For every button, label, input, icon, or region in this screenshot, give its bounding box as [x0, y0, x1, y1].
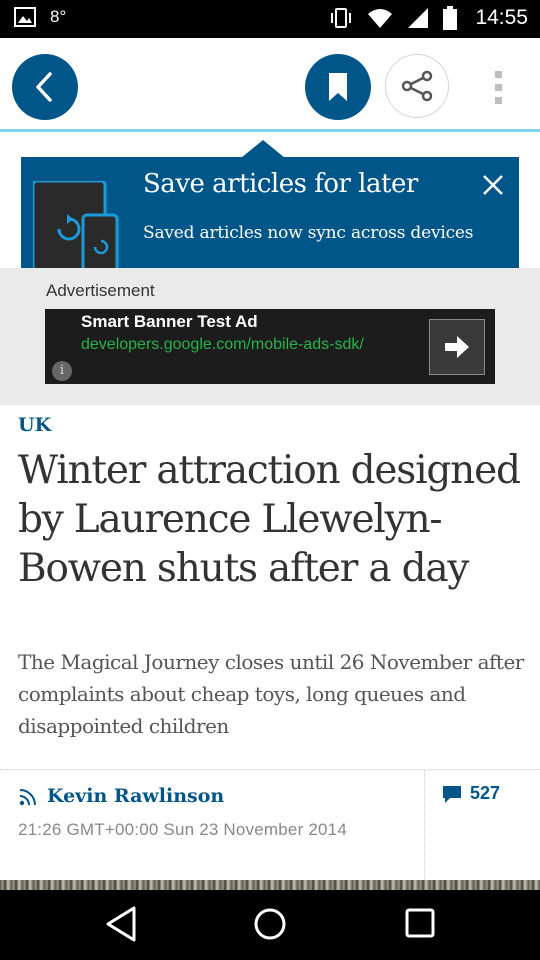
share-button[interactable] [385, 54, 449, 118]
comments-link[interactable]: 527 [442, 783, 500, 804]
article-image-top [0, 880, 540, 890]
close-icon[interactable] [479, 171, 507, 199]
rss-icon [19, 789, 36, 806]
ad-info-icon[interactable]: i [52, 361, 72, 381]
meta-divider-vertical [424, 770, 425, 882]
article-headline: Winter attraction designed by Laurence L… [18, 448, 521, 591]
battery-icon [443, 6, 458, 30]
arrow-right-icon [445, 336, 469, 358]
section-label[interactable]: UK [18, 414, 51, 436]
devices-sync-icon [33, 181, 119, 268]
more-dot [494, 83, 502, 91]
ad-open-button[interactable] [429, 319, 485, 375]
author-byline[interactable]: Kevin Rawlinson [47, 785, 224, 807]
nav-home-icon[interactable] [253, 907, 287, 941]
save-article-button[interactable] [305, 54, 371, 120]
toolbar-divider [0, 129, 540, 132]
article-dateline: 21:26 GMT+00:00 Sun 23 November 2014 [18, 820, 347, 839]
more-dot [494, 70, 502, 78]
comment-count: 527 [470, 783, 501, 803]
image-notification-icon [14, 7, 36, 27]
more-options-button[interactable] [480, 62, 516, 112]
chevron-left-icon [36, 72, 52, 102]
ad-banner[interactable]: Smart Banner Test Ad developers.google.c… [45, 309, 495, 384]
back-button[interactable] [12, 54, 78, 120]
wifi-icon [368, 9, 393, 28]
banner-subtitle: Saved articles now sync across devices [143, 223, 474, 243]
more-dot [494, 96, 502, 104]
banner-title: Save articles for later [143, 169, 418, 199]
ad-title[interactable]: Smart Banner Test Ad [81, 312, 258, 332]
article-toolbar [0, 38, 540, 130]
temperature-text: 8° [50, 7, 67, 26]
article-standfirst: The Magical Journey closes until 26 Nove… [18, 650, 524, 738]
clock: 14:55 [475, 6, 528, 29]
bookmark-icon [329, 73, 347, 101]
nav-recent-apps-icon[interactable] [405, 908, 435, 938]
vibrate-icon [331, 8, 352, 28]
save-articles-banner: Save articles for later Saved articles n… [21, 157, 519, 268]
share-icon [401, 70, 433, 102]
banner-pointer [241, 140, 285, 158]
advertisement-label: Advertisement [46, 281, 155, 300]
status-bar: 8° 14:55 [0, 0, 540, 38]
ad-url[interactable]: developers.google.com/mobile-ads-sdk/ [81, 334, 401, 355]
meta-divider-top [0, 769, 540, 770]
nav-back-icon[interactable] [104, 905, 138, 943]
signal-icon [408, 8, 429, 28]
comment-icon [443, 785, 461, 803]
